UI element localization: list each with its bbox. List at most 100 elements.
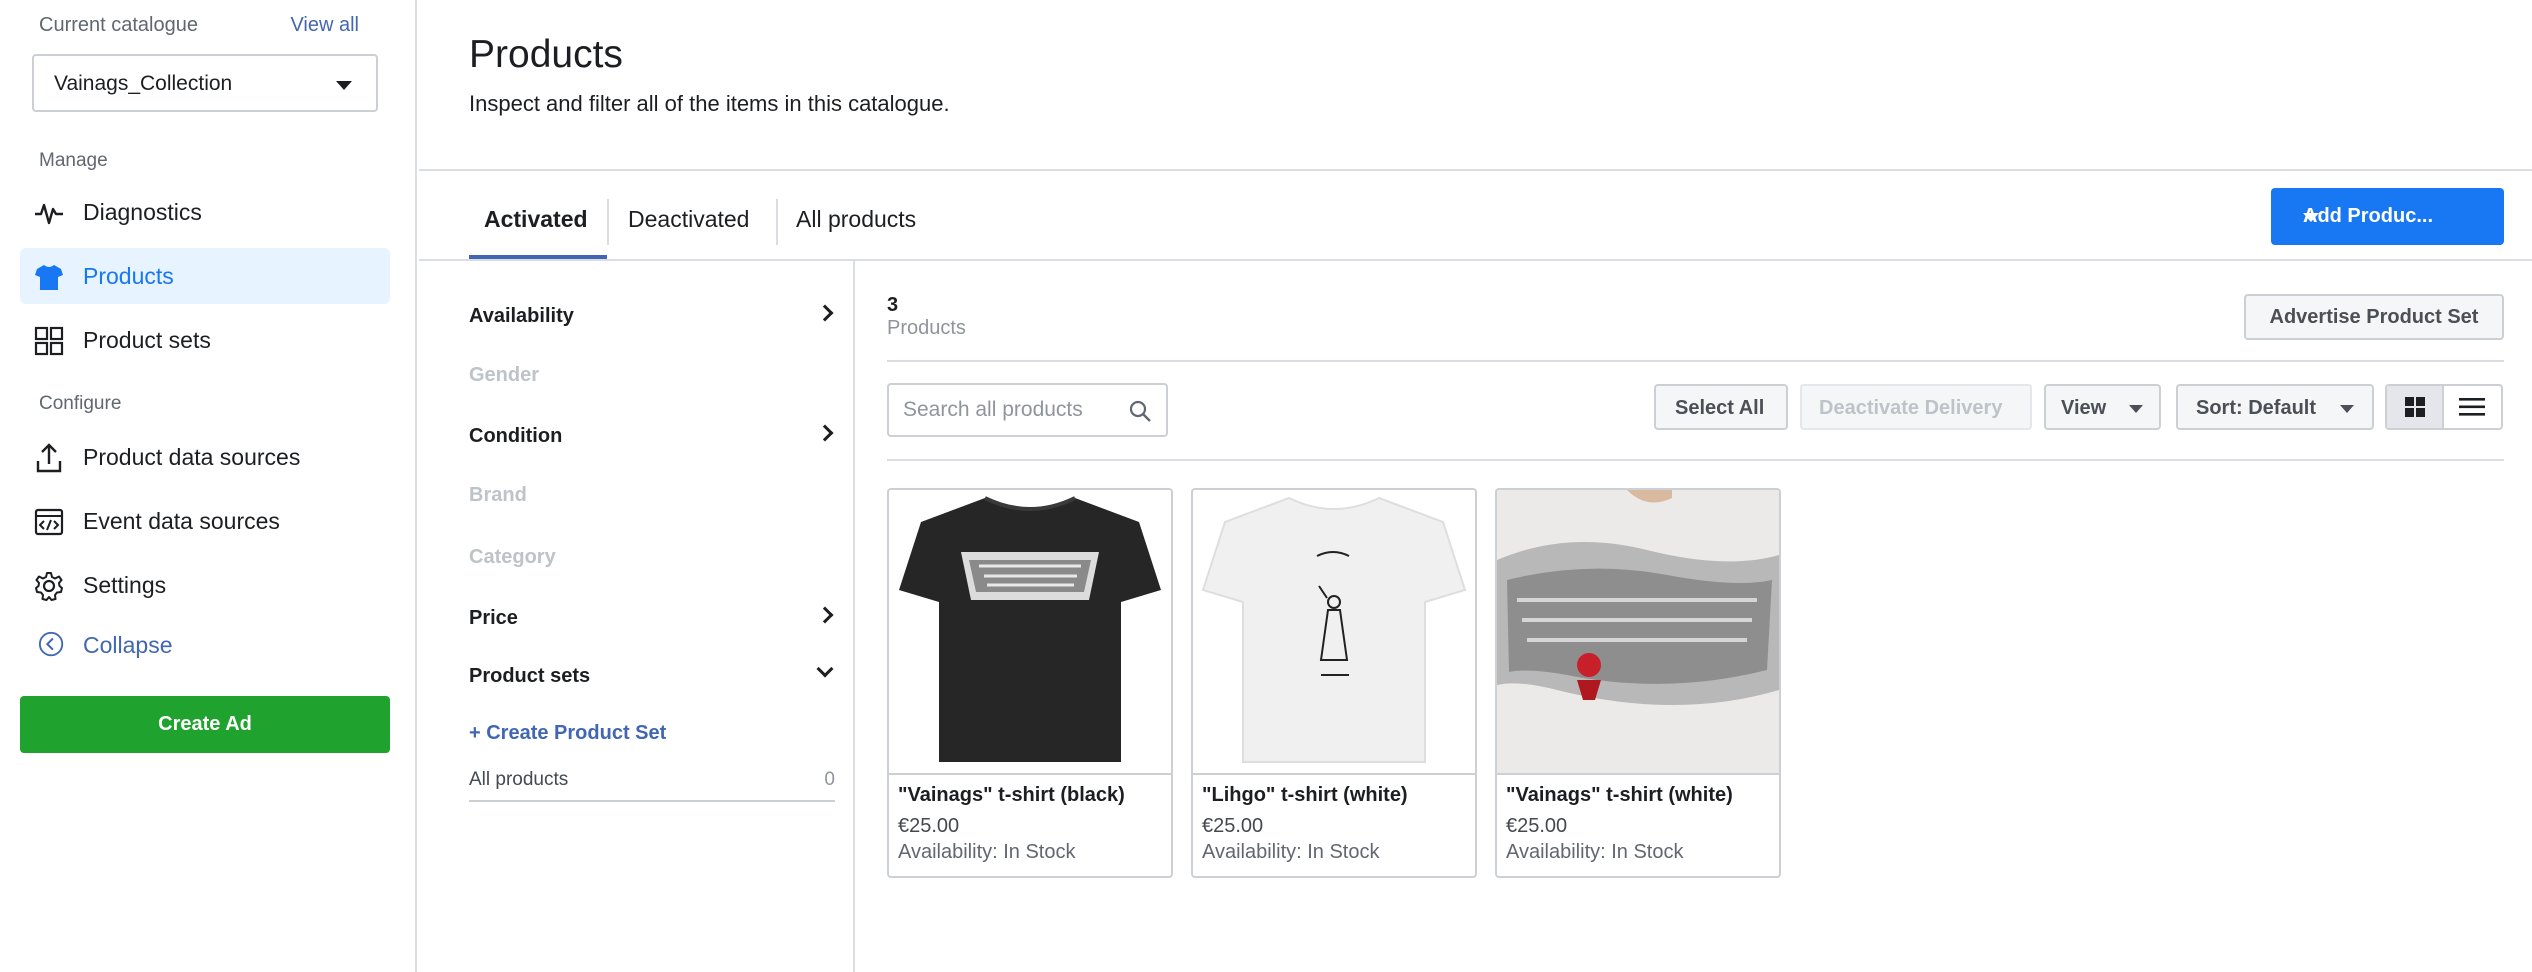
filters-divider	[853, 261, 855, 972]
chevron-left-circle-icon	[38, 631, 64, 657]
sidebar-item-label: Diagnostics	[83, 199, 202, 225]
search-icon[interactable]	[1128, 399, 1152, 423]
product-image	[889, 490, 1171, 775]
chevron-down-icon	[816, 660, 834, 678]
filter-product-sets[interactable]: Product sets	[469, 660, 835, 688]
deactivate-delivery-button[interactable]: Deactivate Delivery	[1800, 384, 2032, 430]
product-card[interactable]: "Vainags" t-shirt (black) €25.00 Availab…	[887, 488, 1173, 878]
filter-availability[interactable]: Availability	[469, 304, 835, 328]
product-card[interactable]: "Vainags" t-shirt (white) €25.00 Availab…	[1495, 488, 1781, 878]
sidebar-item-label: Event data sources	[83, 508, 280, 534]
catalogue-select-value: Vainags_Collection	[54, 72, 233, 95]
tshirt-white-image	[1201, 496, 1467, 763]
product-availability: Availability: In Stock	[898, 841, 1076, 863]
list-icon	[2459, 398, 2485, 416]
sidebar-item-product-data-sources[interactable]: Product data sources	[20, 429, 390, 485]
toolbar-divider	[887, 459, 2504, 461]
sidebar: Current catalogue View all Vainags_Colle…	[0, 0, 417, 972]
results-divider	[887, 360, 2504, 362]
product-name: "Lihgo" t-shirt (white)	[1202, 784, 1408, 806]
tabs-divider	[419, 259, 2532, 261]
filter-brand: Brand	[469, 484, 835, 507]
tab-label: Deactivated	[628, 206, 750, 232]
sort-label: Sort: Default	[2196, 397, 2316, 419]
sidebar-item-label: Settings	[83, 572, 167, 598]
create-ad-button[interactable]: Create Ad	[20, 696, 390, 753]
list-view-button[interactable]	[2444, 386, 2501, 428]
chevron-down-icon	[2303, 213, 2319, 222]
product-availability: Availability: In Stock	[1202, 841, 1380, 863]
product-set-label: All products	[469, 769, 569, 790]
product-name: "Vainags" t-shirt (black)	[898, 784, 1125, 806]
tab-all-products[interactable]: All products	[778, 170, 938, 260]
filter-label: Product sets	[469, 665, 591, 687]
page-subtitle: Inspect and filter all of the items in t…	[469, 91, 950, 116]
select-all-label: Select All	[1675, 397, 1765, 419]
search-input[interactable]	[903, 396, 1123, 424]
filter-condition[interactable]: Condition	[469, 424, 835, 448]
manage-section-label: Manage	[39, 150, 108, 171]
tab-label: All products	[796, 206, 917, 232]
grid-view-button[interactable]	[2387, 386, 2444, 428]
product-price: €25.00	[1202, 815, 1264, 837]
chevron-down-icon	[2340, 405, 2354, 413]
product-image	[1497, 490, 1779, 775]
page-title: Products	[469, 33, 623, 76]
tab-deactivated[interactable]: Deactivated	[609, 170, 776, 260]
filter-category: Category	[469, 546, 835, 569]
filter-label: Category	[469, 546, 556, 568]
product-count: 3	[887, 294, 899, 316]
filter-label: Condition	[469, 425, 563, 447]
select-all-button[interactable]: Select All	[1654, 384, 1788, 430]
upload-icon	[36, 443, 62, 473]
filter-price[interactable]: Price	[469, 606, 835, 630]
sidebar-item-product-sets[interactable]: Product sets	[20, 312, 390, 368]
product-price: €25.00	[1506, 815, 1568, 837]
grid-icon	[34, 326, 64, 356]
add-products-button[interactable]: Add Produc...	[2271, 188, 2504, 245]
catalogue-select[interactable]: Vainags_Collection	[32, 54, 378, 112]
filter-label: Availability	[469, 305, 574, 327]
grid-icon	[2405, 397, 2425, 417]
view-dropdown[interactable]: View	[2044, 384, 2161, 430]
code-window-icon	[34, 508, 64, 536]
tab-activated[interactable]: Activated	[469, 170, 607, 260]
chevron-right-icon	[816, 304, 834, 322]
sort-dropdown[interactable]: Sort: Default	[2176, 384, 2374, 430]
product-set-row-all-products[interactable]: All products 0	[469, 769, 835, 802]
sidebar-item-diagnostics[interactable]: Diagnostics	[20, 184, 390, 240]
pulse-icon	[35, 203, 63, 225]
chevron-right-icon	[816, 606, 834, 624]
sidebar-item-settings[interactable]: Settings	[20, 557, 390, 613]
sidebar-item-event-data-sources[interactable]: Event data sources	[20, 493, 390, 549]
chevron-right-icon	[816, 424, 834, 442]
product-set-count: 0	[824, 769, 835, 790]
search-box	[887, 383, 1168, 437]
view-toggle	[2385, 384, 2503, 430]
chevron-down-icon	[2129, 405, 2143, 413]
advertise-product-set-button[interactable]: Advertise Product Set	[2244, 294, 2504, 340]
product-count-label: Products	[887, 317, 966, 339]
collapse-label: Collapse	[83, 632, 173, 658]
add-products-label: Add Produc...	[2303, 205, 2433, 227]
configure-section-label: Configure	[39, 393, 122, 414]
current-catalogue-label: Current catalogue	[39, 14, 198, 36]
product-price: €25.00	[898, 815, 960, 837]
tshirt-black-image	[899, 496, 1161, 762]
view-all-link[interactable]: View all	[290, 14, 359, 37]
tshirt-icon	[35, 265, 63, 290]
create-product-set-link[interactable]: + Create Product Set	[469, 722, 666, 745]
gear-icon	[35, 572, 63, 601]
sidebar-item-label: Product sets	[83, 327, 211, 353]
sidebar-item-label: Products	[83, 263, 174, 289]
collapse-button[interactable]: Collapse	[20, 617, 390, 673]
filter-label: Brand	[469, 484, 527, 506]
tab-label: Activated	[484, 206, 588, 232]
product-card[interactable]: "Lihgo" t-shirt (white) €25.00 Availabil…	[1191, 488, 1477, 878]
sidebar-item-products[interactable]: Products	[20, 248, 390, 304]
sidebar-item-label: Product data sources	[83, 444, 301, 470]
filter-label: Price	[469, 607, 518, 629]
view-label: View	[2061, 397, 2107, 419]
deactivate-delivery-label: Deactivate Delivery	[1819, 397, 2003, 419]
filter-gender: Gender	[469, 364, 835, 387]
